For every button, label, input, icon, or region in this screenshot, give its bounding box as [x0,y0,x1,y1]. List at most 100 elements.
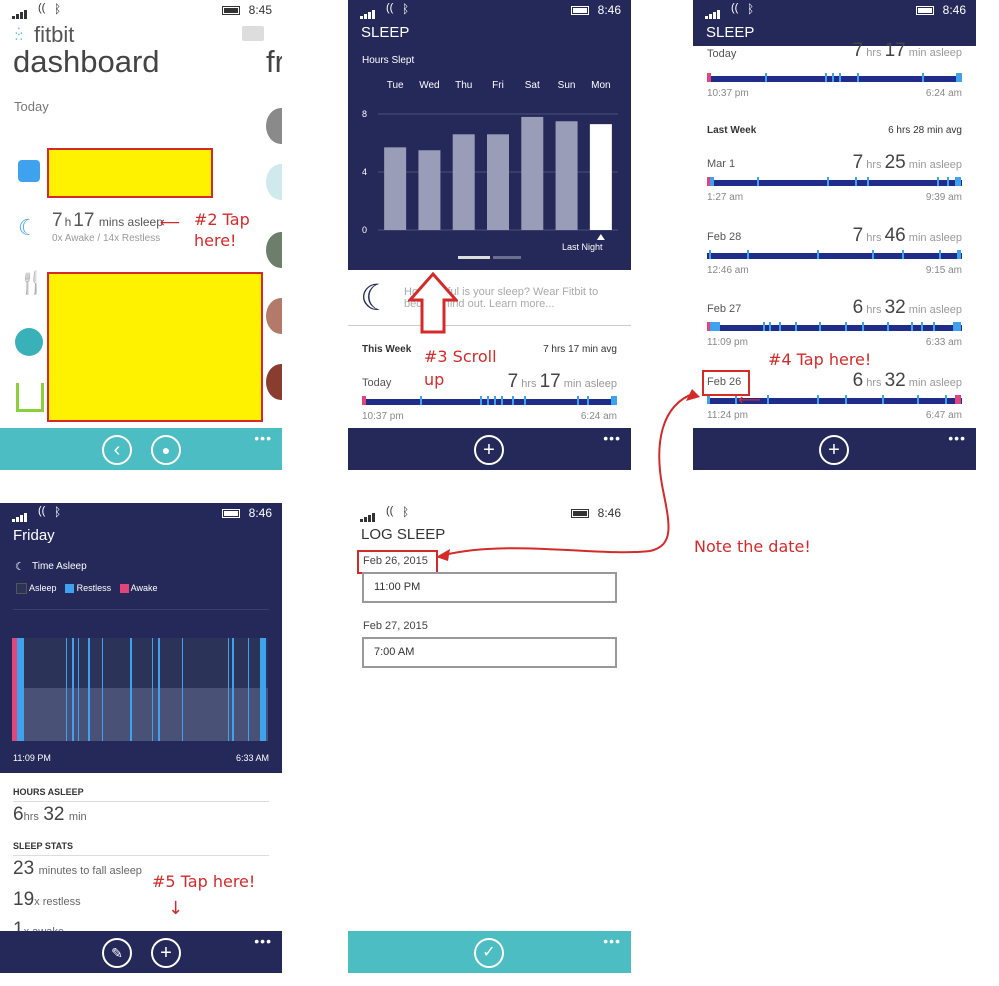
avatar[interactable] [266,364,282,400]
battery-icon [222,6,240,15]
wifi-icon: (( [38,505,46,517]
legend-asleep: Asleep [29,583,57,593]
avatar[interactable] [266,108,282,144]
last-night-label: Last Night [562,242,603,252]
sleep-timeline-chart[interactable] [12,638,268,741]
end-time-field[interactable]: 7:00 AM [362,637,617,668]
sleep-minutes-unit: mins asleep [98,215,163,229]
sleep-list-screen: (( ᛒ 8:46 SLEEP Today 7 hrs 17 min aslee… [693,0,976,470]
entry-duration: 7 hrs 46 min asleep [852,225,962,246]
screen-title: SLEEP [706,24,755,41]
screen-title: SLEEP [361,24,410,41]
sleep-timeline-bar [707,73,962,82]
y-tick-label: 0 [362,225,367,235]
bar-thu[interactable] [452,134,475,230]
x-tick-label: Tue [387,80,404,91]
bar-tue[interactable] [384,147,407,230]
friday-detail-screen: (( ᛒ 8:46 Friday ☾ Time Asleep Asleep Re… [0,503,282,973]
entry-date: Feb 28 [707,231,742,243]
sleep-timeline-bar [707,250,962,259]
hours-asleep-label: HOURS ASLEEP [13,787,84,797]
more-menu-icon[interactable]: ••• [603,933,621,949]
entry-start: 1:27 am [707,192,744,203]
legend-restless: Restless [76,583,112,593]
status-bar: (( ᛒ 8:45 [0,0,282,20]
battery-icon [571,6,589,15]
edit-button[interactable]: ✎ [102,938,132,968]
bar-wed[interactable] [418,150,441,230]
app-bar: + ••• [693,428,976,470]
x-tick-label: Fri [492,80,504,91]
save-check-button[interactable]: ✓ [474,938,504,968]
last-night-marker [596,234,605,240]
entry-start: 11:24 pm [707,410,748,421]
annotation-tap5: #5 Tap here! [152,872,256,891]
sleep-summary[interactable]: 7 h 17 mins asleep [52,210,163,232]
microphone-button[interactable]: ● [151,435,181,465]
avatar[interactable] [266,298,282,334]
status-time: 8:46 [942,3,966,17]
plate-icon[interactable] [15,328,43,356]
signal-icon [360,508,376,522]
bar-sun[interactable] [555,121,578,230]
annotation-curve [443,392,696,556]
status-bar: (( ᛒ 8:46 [0,503,282,523]
entry-date: Today [707,48,737,60]
entry-end: 6:33 am [925,337,962,348]
divider [348,325,631,326]
entry-end: 9:39 am [925,192,962,203]
wifi-icon: (( [731,2,739,14]
entry-duration: 7 hrs 17 min asleep [852,40,962,61]
divider [13,609,269,610]
legend-awake: Awake [130,583,158,593]
scale-icon[interactable] [18,160,40,182]
sleep-minutes: 17 [73,210,95,231]
bar-fri[interactable] [487,134,509,230]
avatar[interactable] [266,232,282,268]
sleep-stats-label: SLEEP STATS [13,841,74,851]
more-menu-icon[interactable]: ••• [254,933,272,949]
last-week-avg: 6 hrs 28 min avg [888,125,962,136]
sleep-h-unit: h [64,215,72,229]
y-tick-label: 8 [362,109,367,119]
bluetooth-icon: ᛒ [54,2,62,16]
legend-swatch-restless [65,584,75,594]
app-bar: ✎ + ••• [0,931,282,973]
more-menu-icon[interactable]: ••• [254,430,272,446]
bar-mon[interactable] [589,124,612,230]
entry-end: 6:47 am [925,410,962,421]
add-button[interactable]: + [151,938,181,968]
last-week-label: Last Week [707,125,757,136]
start-time-field[interactable]: 11:00 PM [362,572,617,603]
annotation-tap2: #2 Tap here! [194,210,250,250]
annotation-note: Note the date! [694,537,811,556]
signal-icon [705,5,721,19]
next-pivot-title[interactable]: fr [266,44,282,80]
avatar[interactable] [266,164,282,200]
bar-sat[interactable] [521,116,544,230]
page-indicator [458,256,490,259]
page-indicator [493,256,521,259]
more-menu-icon[interactable]: ••• [948,430,966,446]
status-bar: (( ᛒ 8:46 [693,0,976,20]
status-time: 8:46 [248,506,272,520]
sleep-timeline-bar [707,177,962,186]
moon-icon[interactable]: ☾ [18,215,38,241]
hours-slept-chart[interactable]: 0 4 8 Tue Wed Thu Fri Sat Sun Mon [348,70,631,260]
status-time: 8:45 [248,3,272,17]
legend-swatch-asleep [16,583,27,595]
entry-duration: 6 hrs 32 min asleep [852,370,962,391]
end-date[interactable]: Feb 27, 2015 [363,620,428,632]
water-icon[interactable] [16,383,44,412]
screen-title: Friday [13,527,55,544]
back-button[interactable]: ‹ [102,435,132,465]
add-button[interactable]: + [819,435,849,465]
x-tick-label: Mon [591,80,610,91]
chat-icon[interactable] [242,26,264,41]
food-icon[interactable]: 🍴 [18,270,45,296]
this-week-label: This Week [362,344,412,355]
x-tick-label: Sun [558,80,576,91]
app-bar: ✓ ••• [348,931,631,973]
x-tick-label: Sat [525,80,540,91]
friend-avatars [266,108,282,418]
